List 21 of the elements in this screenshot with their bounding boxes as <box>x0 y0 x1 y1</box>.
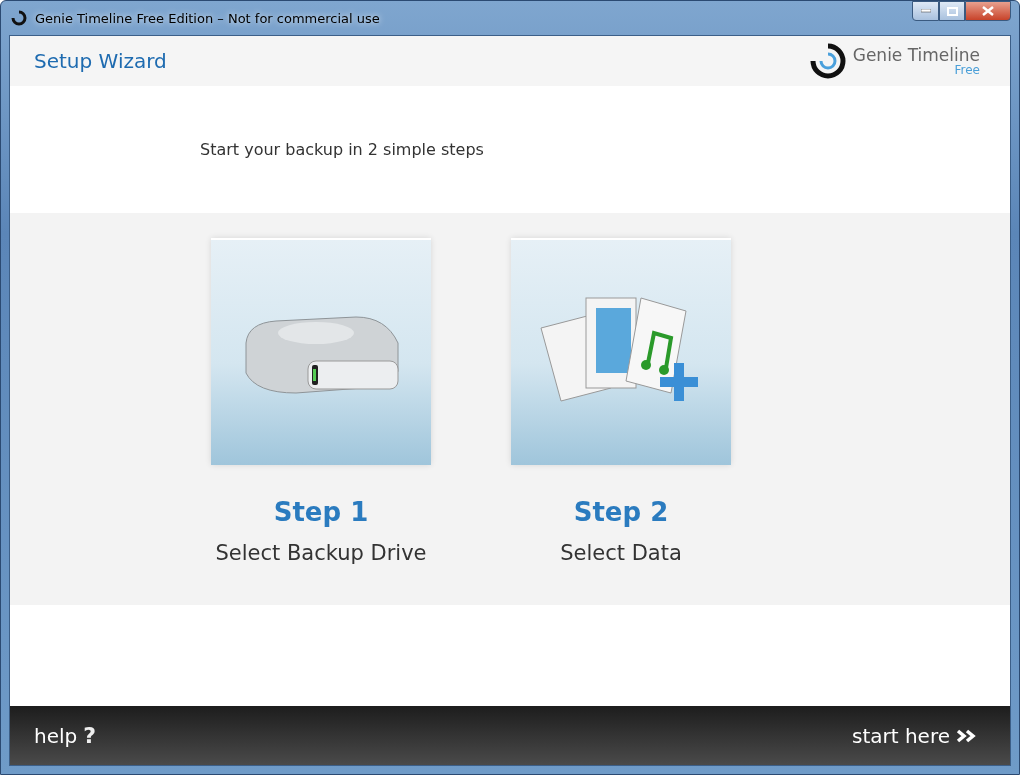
window-title: Genie Timeline Free Edition – Not for commercial use <box>35 10 381 26</box>
close-button[interactable] <box>965 1 1011 21</box>
intro-text: Start your backup in 2 simple steps <box>200 140 484 159</box>
help-link[interactable]: help ? <box>34 723 96 748</box>
step-card[interactable] <box>511 238 731 465</box>
minimize-button[interactable] <box>912 1 939 21</box>
maximize-icon <box>946 6 958 16</box>
page-title: Setup Wizard <box>34 49 167 73</box>
brand-name: Genie Timeline <box>852 46 980 64</box>
start-here-link[interactable]: start here <box>852 723 978 748</box>
double-chevron-icon <box>956 728 978 743</box>
maximize-button[interactable] <box>939 1 965 21</box>
step-title: Step 1 <box>273 497 369 527</box>
app-logo-icon <box>11 10 27 26</box>
step-label: Select Backup Drive <box>215 541 427 565</box>
close-icon <box>982 6 994 16</box>
step-title: Step 2 <box>573 497 669 527</box>
logo-icon <box>808 42 847 80</box>
edition-label: Free <box>954 63 980 76</box>
minimize-icon <box>920 9 931 13</box>
step-label: Select Data <box>560 541 682 565</box>
